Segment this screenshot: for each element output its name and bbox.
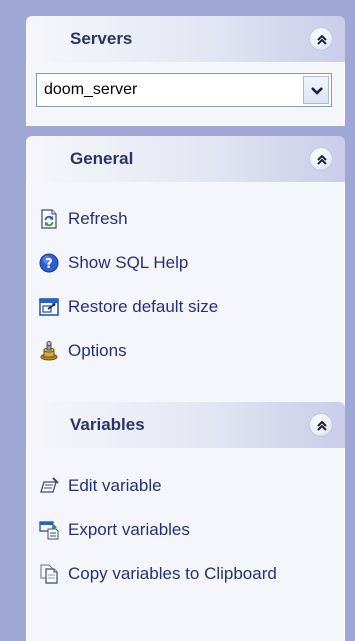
- servers-collapse-button[interactable]: [309, 27, 333, 51]
- edit-variable-icon: [40, 477, 59, 493]
- general-pane-title: General: [70, 149, 134, 168]
- servers-pane-title: Servers: [70, 29, 133, 48]
- server-select-value: doom_server: [44, 81, 138, 98]
- servers-pane-header[interactable]: Servers: [26, 16, 345, 62]
- general-collapse-button[interactable]: [309, 147, 333, 171]
- options-label: Options: [68, 341, 127, 360]
- export-variables-item[interactable]: Export variables: [27, 510, 344, 554]
- variables-collapse-button[interactable]: [309, 413, 333, 437]
- restore-default-size-item[interactable]: Restore default size: [27, 287, 344, 331]
- general-pane: General Refresh ? Show SQL Help Restore …: [26, 136, 345, 435]
- options-item[interactable]: Options: [27, 331, 344, 375]
- show-sql-help-item[interactable]: ? Show SQL Help: [27, 243, 344, 287]
- copy-variables-to-clipboard-item[interactable]: Copy variables to Clipboard: [27, 554, 344, 598]
- variables-pane-body: Edit variable Export variables Copy vari…: [26, 448, 345, 641]
- help-icon: ?: [39, 253, 59, 273]
- chevron-up-icon: [317, 154, 327, 165]
- servers-pane-body: doom_server: [26, 62, 345, 126]
- restore-default-size-label: Restore default size: [68, 297, 219, 316]
- refresh-label: Refresh: [68, 209, 128, 228]
- general-pane-body: Refresh ? Show SQL Help Restore default …: [26, 182, 345, 435]
- refresh-icon: [41, 209, 57, 229]
- export-variables-icon: [39, 521, 59, 540]
- refresh-item[interactable]: Refresh: [27, 199, 344, 243]
- edit-variable-label: Edit variable: [68, 476, 162, 495]
- server-select-dropdown-button[interactable]: [303, 76, 329, 104]
- general-pane-header[interactable]: General: [26, 136, 345, 182]
- copy-variables-to-clipboard-label: Copy variables to Clipboard: [68, 564, 277, 583]
- svg-text:?: ?: [45, 257, 53, 272]
- chevron-down-icon: [311, 87, 323, 95]
- options-icon: [40, 341, 58, 361]
- restore-size-icon: [39, 298, 59, 316]
- variables-pane: Variables Edit variable Export variables…: [26, 402, 345, 641]
- chevron-up-icon: [317, 420, 327, 431]
- variables-pane-title: Variables: [70, 415, 145, 434]
- edit-variable-item[interactable]: Edit variable: [27, 466, 344, 510]
- server-select[interactable]: doom_server: [36, 73, 332, 107]
- servers-pane: Servers doom_server: [26, 16, 345, 126]
- variables-pane-header[interactable]: Variables: [26, 402, 345, 448]
- copy-clipboard-icon: [40, 564, 58, 584]
- show-sql-help-label: Show SQL Help: [68, 253, 189, 272]
- chevron-up-icon: [317, 34, 327, 45]
- export-variables-label: Export variables: [68, 520, 190, 539]
